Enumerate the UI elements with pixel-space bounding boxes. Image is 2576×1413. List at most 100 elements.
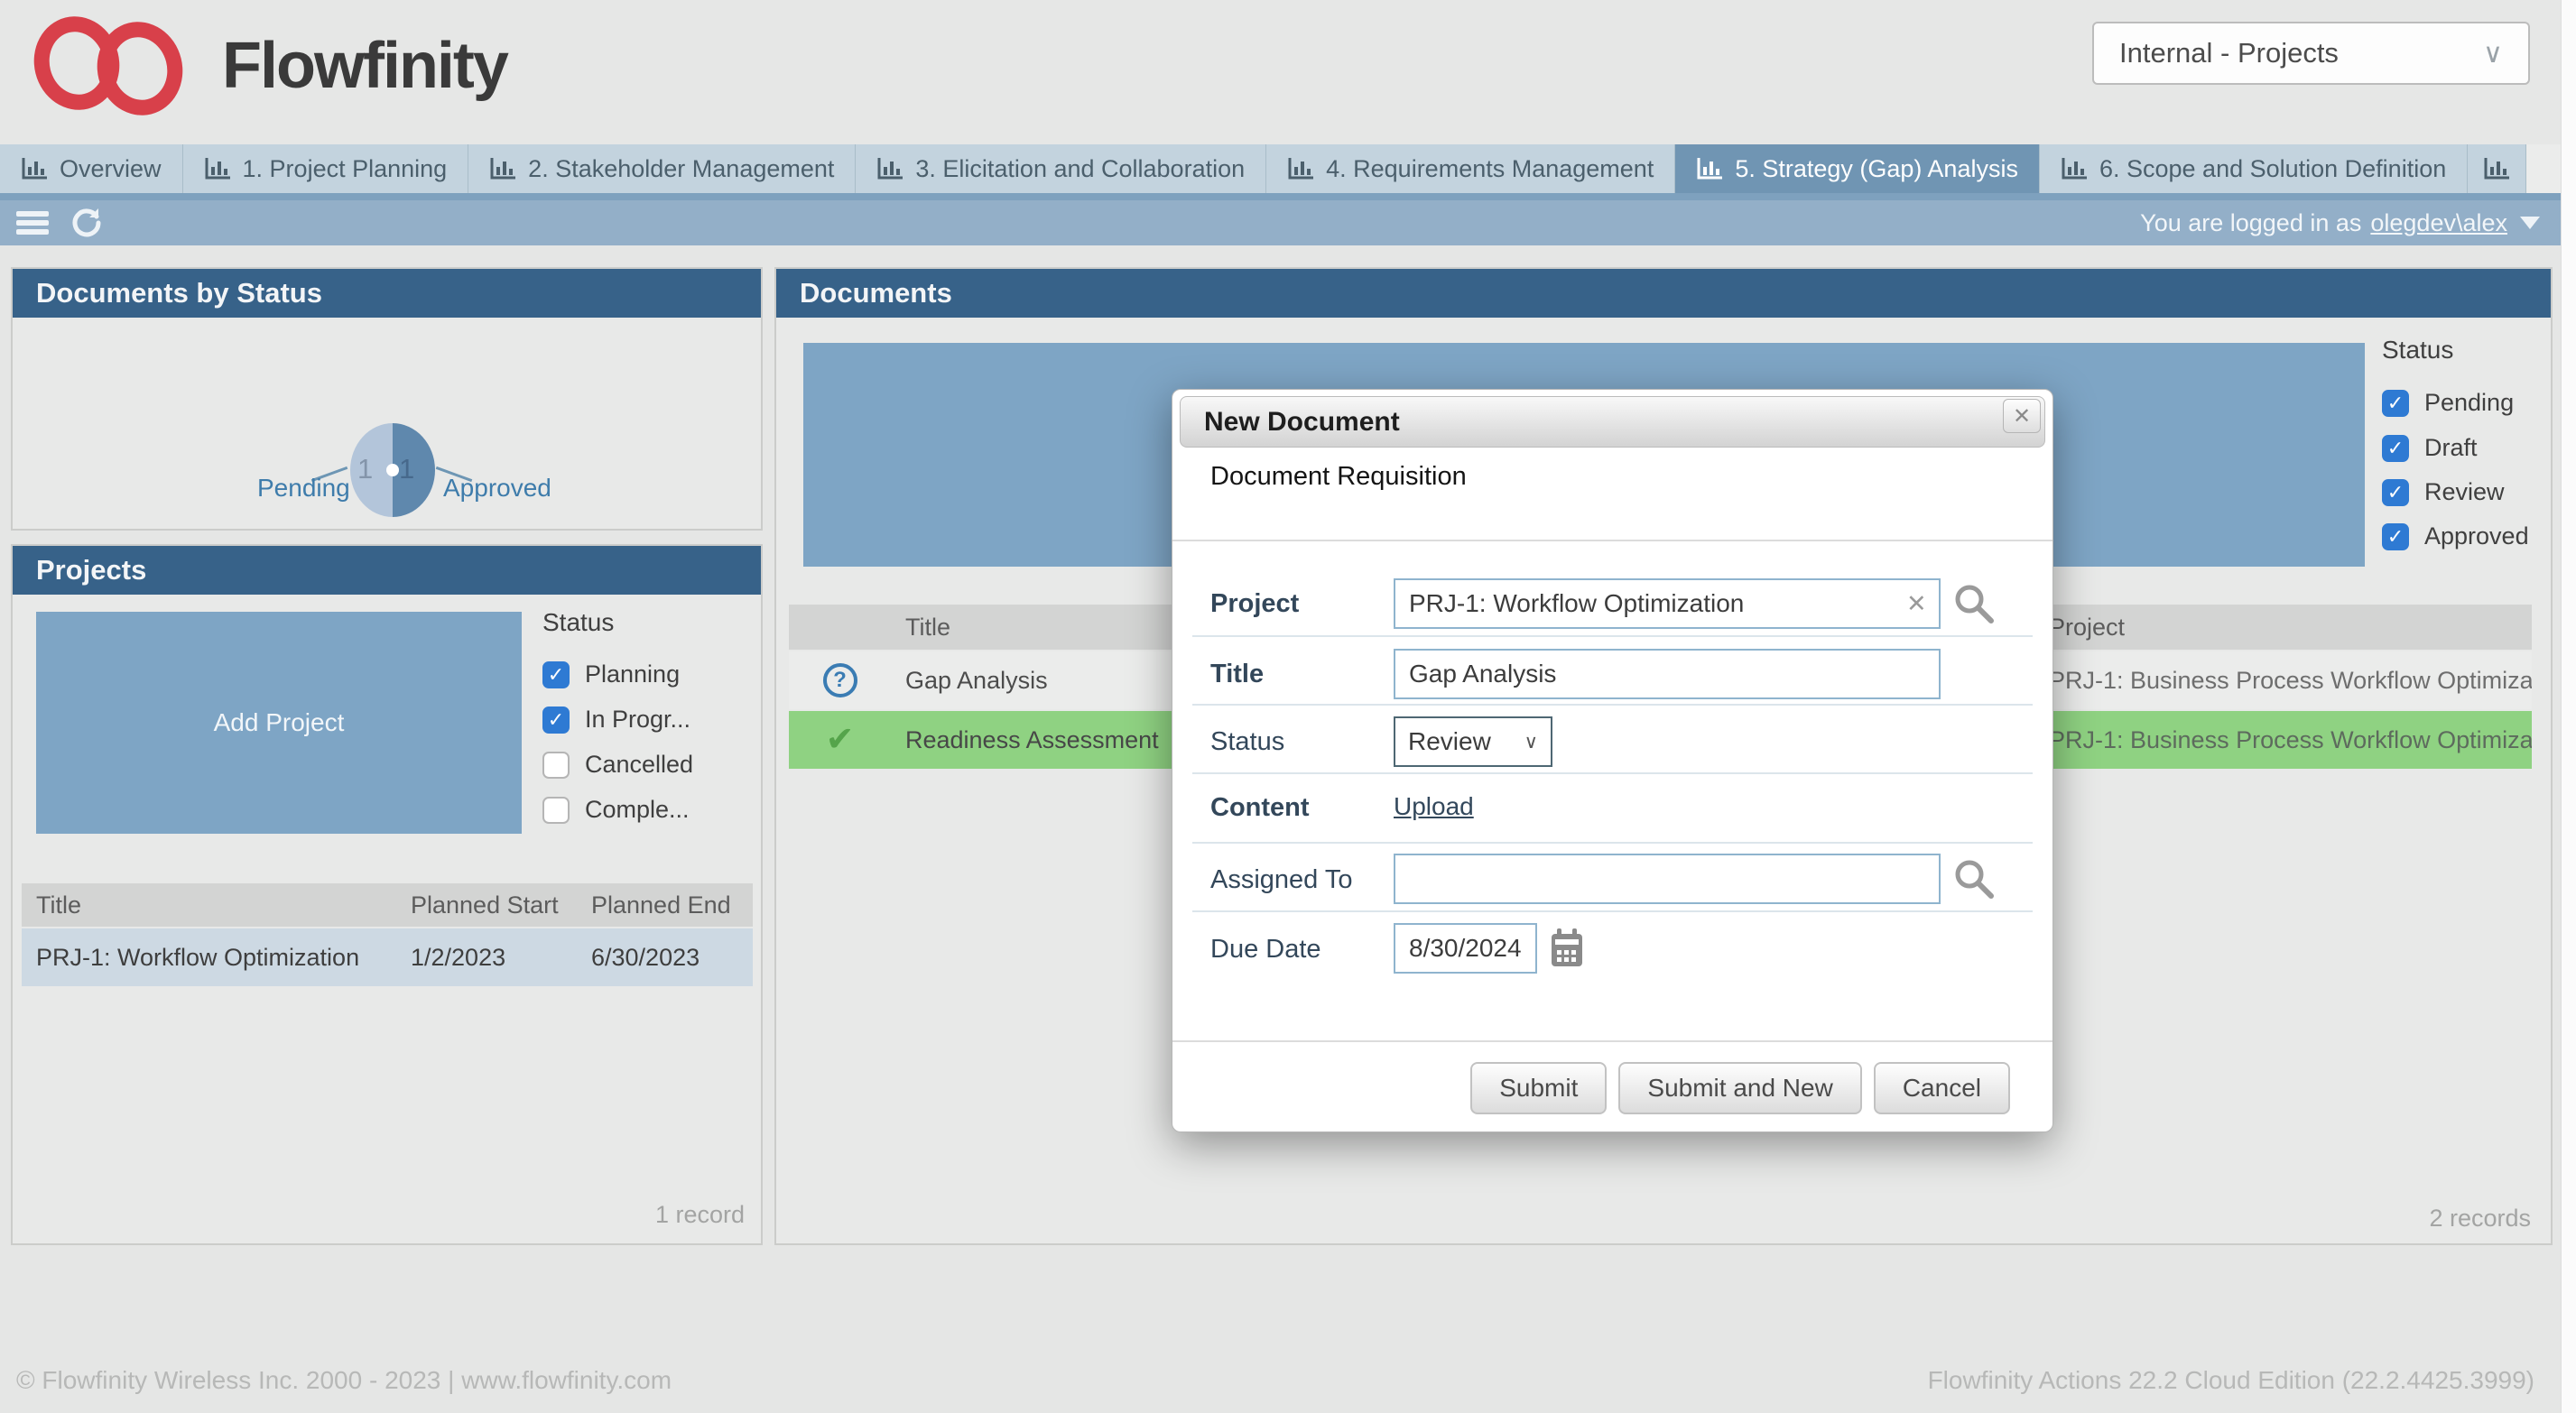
submit-button[interactable]: Submit <box>1470 1062 1607 1114</box>
tab-scope-solution-definition[interactable]: 6. Scope and Solution Definition <box>2040 144 2468 193</box>
tab-bar-underline <box>0 193 2562 200</box>
document-row-project: PRJ-1: Business Process Workflow Optimiz… <box>2034 726 2532 754</box>
calendar-icon[interactable] <box>1549 927 1587 974</box>
filter-option-approved: ✓ Approved <box>2382 522 2529 550</box>
pie-label-pending: Pending <box>257 474 340 503</box>
bar-chart-icon <box>21 157 48 180</box>
filter-option-pending: ✓ Pending <box>2382 389 2514 417</box>
checkbox-approved[interactable]: ✓ <box>2382 523 2409 550</box>
username-link[interactable]: olegdev\alex <box>2370 209 2507 237</box>
refresh-icon[interactable] <box>69 205 105 245</box>
tab-strategy-gap-analysis[interactable]: 5. Strategy (Gap) Analysis <box>1675 144 2040 193</box>
tab-overview[interactable]: Overview <box>0 144 183 193</box>
project-table-row[interactable]: PRJ-1: Workflow Optimization 1/2/2023 6/… <box>22 928 753 986</box>
workspace-selector[interactable]: Internal - Projects ∨ <box>2092 22 2530 85</box>
documents-by-status-title: Documents by Status <box>13 269 761 318</box>
project-row-title: PRJ-1: Workflow Optimization <box>22 944 396 972</box>
col-title[interactable]: Title <box>22 891 396 919</box>
col-doc-project[interactable]: Project <box>2034 614 2532 642</box>
search-icon[interactable] <box>1952 857 1996 905</box>
checkbox-cancelled[interactable] <box>542 752 570 779</box>
content-field-label: Content <box>1210 793 1310 823</box>
tab-stakeholder-management[interactable]: 2. Stakeholder Management <box>468 144 856 193</box>
filter-option-planning: ✓ Planning <box>542 660 680 688</box>
project-row-planned-end: 6/30/2023 <box>577 944 753 972</box>
pie-value-pending: 1 <box>357 453 373 485</box>
menu-icon[interactable] <box>16 208 49 238</box>
close-icon[interactable]: ✕ <box>2003 399 2041 433</box>
tab-partial[interactable] <box>2468 144 2526 193</box>
checkbox-completed[interactable] <box>542 797 570 824</box>
footer-copyright: © Flowfinity Wireless Inc. 2000 - 2023 |… <box>16 1366 672 1395</box>
modal-button-row: Submit Submit and New Cancel <box>1470 1062 2010 1114</box>
project-field-input[interactable] <box>1394 578 1941 629</box>
modal-form-name: Document Requisition <box>1210 462 1467 492</box>
divider <box>1192 772 2033 774</box>
bar-chart-icon <box>204 157 231 180</box>
documents-record-count: 2 records <box>2429 1205 2531 1233</box>
divider <box>1192 842 2033 844</box>
due-date-field-input[interactable] <box>1394 923 1537 974</box>
footer-version: Flowfinity Actions 22.2 Cloud Edition (2… <box>1928 1366 2534 1395</box>
tab-elicitation-collaboration[interactable]: 3. Elicitation and Collaboration <box>856 144 1266 193</box>
tab-project-planning[interactable]: 1. Project Planning <box>183 144 469 193</box>
checkbox-draft[interactable]: ✓ <box>2382 435 2409 462</box>
new-document-modal: New Document ✕ Document Requisition Proj… <box>1172 389 2053 1132</box>
documents-title: Documents <box>776 269 2551 318</box>
bar-chart-icon <box>489 157 516 180</box>
login-status: You are logged in as olegdev\alex <box>2140 200 2540 245</box>
col-planned-end[interactable]: Planned End <box>577 891 753 919</box>
bar-chart-icon <box>2483 157 2510 180</box>
pie-value-approved: 1 <box>399 453 414 485</box>
status-select-value: Review <box>1408 727 1491 756</box>
bar-chart-icon <box>876 157 903 180</box>
project-field-label: Project <box>1210 589 1299 619</box>
status-select[interactable]: Review ∨ <box>1394 716 1552 767</box>
upload-link[interactable]: Upload <box>1394 792 1474 821</box>
toolbar: You are logged in as olegdev\alex <box>0 200 2576 245</box>
divider <box>1172 1040 2052 1042</box>
page-scrollbar[interactable] <box>2561 0 2576 1413</box>
question-circle-icon: ? <box>823 663 857 697</box>
flowfinity-logo-icon <box>34 13 197 119</box>
filter-option-draft: ✓ Draft <box>2382 434 2478 462</box>
modal-title: New Document <box>1204 407 1400 438</box>
document-row-project: PRJ-1: Business Process Workflow Optimiz… <box>2034 667 2532 695</box>
add-project-button[interactable]: Add Project <box>36 612 522 834</box>
divider <box>1172 540 2052 541</box>
checkbox-pending[interactable]: ✓ <box>2382 390 2409 417</box>
top-header: Flowfinity Internal - Projects ∨ <box>0 0 2576 144</box>
flowfinity-logo: Flowfinity <box>34 13 507 119</box>
modal-titlebar[interactable]: New Document <box>1180 396 2045 448</box>
cancel-button[interactable]: Cancel <box>1874 1062 2010 1114</box>
title-field-input[interactable] <box>1394 649 1941 699</box>
user-menu-caret-icon[interactable] <box>2520 217 2540 229</box>
col-planned-start[interactable]: Planned Start <box>396 891 577 919</box>
documents-by-status-chart: 1 1 Pending Approved <box>13 318 761 529</box>
workspace-selector-value: Internal - Projects <box>2119 37 2339 69</box>
assigned-to-field-input[interactable] <box>1394 854 1941 904</box>
projects-status-filter-label: Status <box>542 608 614 637</box>
search-icon[interactable] <box>1952 582 1996 630</box>
projects-record-count: 1 record <box>655 1201 745 1229</box>
submit-and-new-button[interactable]: Submit and New <box>1618 1062 1861 1114</box>
project-row-planned-start: 1/2/2023 <box>396 944 577 972</box>
chevron-down-icon: ∨ <box>1524 731 1538 753</box>
divider <box>1192 704 2033 706</box>
tab-bar: Overview 1. Project Planning 2. Stakehol… <box>0 144 2562 193</box>
clear-icon[interactable]: ✕ <box>1906 590 1927 618</box>
tab-requirements-management[interactable]: 4. Requirements Management <box>1266 144 1675 193</box>
checkbox-in-progress[interactable]: ✓ <box>542 706 570 734</box>
bar-chart-icon <box>2061 157 2088 180</box>
checkbox-planning[interactable]: ✓ <box>542 661 570 688</box>
documents-by-status-panel: Documents by Status 1 1 Pending Approved <box>11 267 763 531</box>
filter-option-review: ✓ Review <box>2382 478 2505 506</box>
projects-panel: Projects Add Project Status ✓ Planning ✓… <box>11 544 763 1245</box>
projects-table-header: Title Planned Start Planned End <box>22 883 753 927</box>
logo-text: Flowfinity <box>222 29 507 103</box>
checkbox-review[interactable]: ✓ <box>2382 479 2409 506</box>
chevron-down-icon: ∨ <box>2483 38 2503 69</box>
check-icon: ✔ <box>826 723 855 757</box>
divider <box>1192 635 2033 637</box>
projects-title: Projects <box>13 546 761 595</box>
